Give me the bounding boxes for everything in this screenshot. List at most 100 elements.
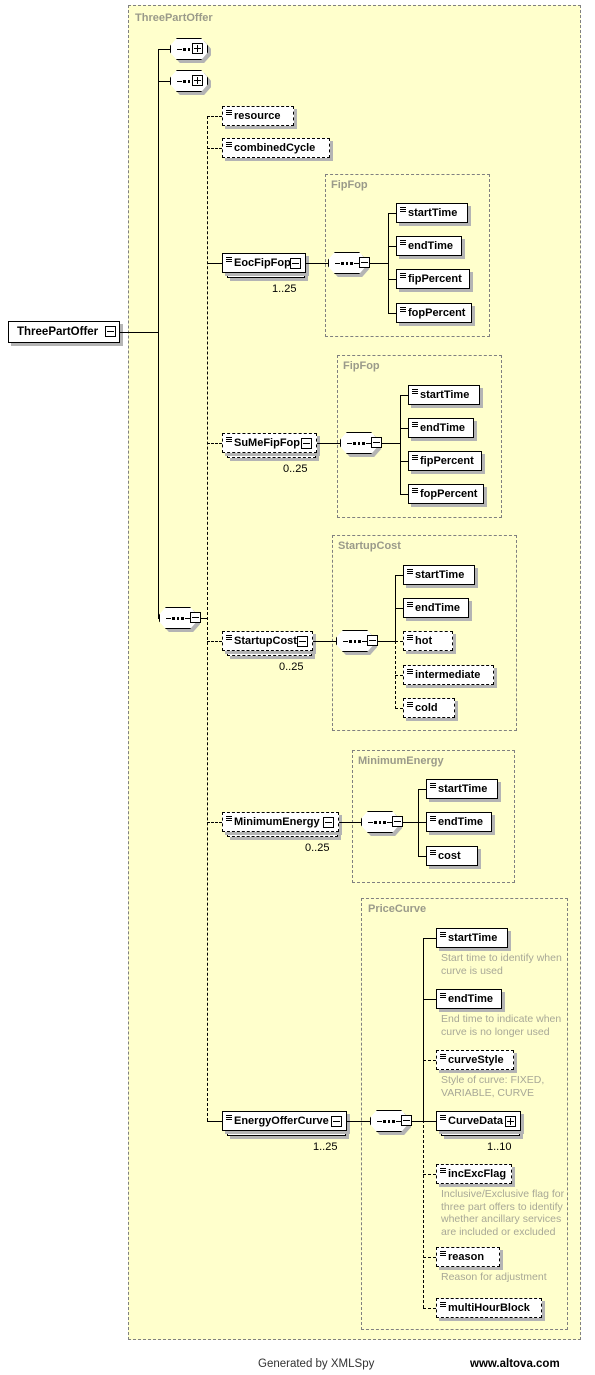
threepartoffer-container-label: ThreePartOffer [135, 12, 213, 24]
resource-branch-line [207, 116, 222, 117]
element-sc-cold[interactable]: cold [403, 698, 455, 718]
sc-intermediate-line [395, 675, 403, 676]
me-starttime-line [418, 789, 426, 790]
sumefipfop-compositor-toggle[interactable] [371, 437, 382, 448]
root-node-collapse-toggle[interactable] [105, 326, 116, 337]
sumefipfop-children-bus [400, 395, 401, 495]
element-eoc-starttime[interactable]: startTime [396, 203, 468, 223]
pc-endtime-line [423, 999, 436, 1000]
minimumenergy-occurrence: 0..25 [305, 842, 330, 854]
minimumenergy-branch-line [207, 822, 222, 823]
root-connector-line [120, 332, 158, 333]
element-me-starttime-label: startTime [438, 783, 488, 795]
startupcost-collapse-toggle[interactable] [297, 636, 308, 647]
pricecurve-children-stub [412, 1121, 423, 1122]
element-eoc-fippercent-label: fipPercent [408, 273, 462, 285]
minimumenergy-compositor-toggle[interactable] [392, 816, 403, 827]
element-pc-multihourblock[interactable]: multiHourBlock [436, 1298, 542, 1318]
element-combinedcycle[interactable]: combinedCycle [222, 138, 330, 158]
pc-multihourblock-line [423, 1308, 436, 1309]
startupcost-occurrence: 0..25 [279, 661, 304, 673]
seq2-stub-line [158, 81, 170, 82]
element-eoc-endtime[interactable]: endTime [396, 236, 462, 256]
main-sequence-dots [166, 616, 190, 620]
sumefipfop-occurrence: 0..25 [283, 463, 308, 475]
element-sc-starttime-label: startTime [415, 569, 465, 581]
main-branch-vertical [207, 116, 208, 1121]
element-sc-endtime[interactable]: endTime [403, 598, 469, 618]
element-pc-curvestyle[interactable]: curveStyle [436, 1050, 514, 1070]
element-pc-reason[interactable]: reason [436, 1247, 500, 1267]
element-me-starttime[interactable]: startTime [426, 779, 498, 799]
sequence-group-2-expand-toggle[interactable] [192, 75, 203, 86]
sequence-group-1-expand-toggle[interactable] [192, 43, 203, 54]
element-sc-hot[interactable]: hot [403, 631, 453, 651]
eocfipfop-children-bus [388, 213, 389, 313]
element-eoc-endtime-label: endTime [408, 240, 454, 252]
root-node-threepartoffer[interactable]: ThreePartOffer [8, 321, 120, 343]
element-me-endtime-label: endTime [438, 816, 484, 828]
annotation-pc-endtime: End time to indicate when curve is no lo… [441, 1013, 562, 1038]
group-label-startupcost: StartupCost [338, 540, 401, 552]
element-pc-starttime-label: startTime [448, 932, 498, 944]
element-sume-foppercent-label: fopPercent [420, 488, 478, 500]
element-me-endtime[interactable]: endTime [426, 812, 492, 832]
schema-diagram-page: ThreePartOffer ThreePartOffer resource c… [0, 0, 595, 1375]
combinedcycle-branch-line [207, 148, 222, 149]
sc-cold-line [395, 708, 403, 709]
eocfipfop-compositor-toggle[interactable] [359, 257, 370, 268]
element-sume-foppercent[interactable]: fopPercent [408, 484, 484, 504]
minimumenergy-children-stub [403, 822, 418, 823]
element-combinedcycle-label: combinedCycle [234, 142, 316, 154]
element-pc-curvedata-label: CurveData [448, 1115, 504, 1127]
energyoffercurve-collapse-toggle[interactable] [331, 1116, 342, 1127]
element-pc-curvestyle-label: curveStyle [448, 1054, 504, 1066]
startupcost-compositor-toggle[interactable] [367, 635, 378, 646]
pc-curvedata-expand-toggle[interactable] [505, 1116, 516, 1127]
group-label-pricecurve: PriceCurve [368, 903, 427, 915]
sume-foppercent-line [400, 494, 408, 495]
sumefipfop-to-compositor-line [317, 443, 340, 444]
element-sc-cold-label: cold [415, 702, 438, 714]
element-eoc-foppercent[interactable]: fopPercent [396, 303, 472, 323]
element-energyoffercurve[interactable]: EnergyOfferCurve [222, 1111, 347, 1131]
element-sume-endtime[interactable]: endTime [408, 418, 474, 438]
element-sc-starttime[interactable]: startTime [403, 565, 475, 585]
energyoffercurve-compositor-toggle[interactable] [401, 1115, 412, 1126]
sc-starttime-line [395, 575, 403, 576]
seq1-stub-line [158, 49, 170, 50]
startupcost-branch-line [207, 641, 222, 642]
me-endtime-line [418, 822, 426, 823]
energyoffercurve-branch-line [207, 1121, 222, 1122]
element-minimumenergy[interactable]: MinimumEnergy [222, 812, 339, 832]
startupcost-compositor-dots [343, 639, 367, 643]
element-sume-fippercent[interactable]: fipPercent [408, 451, 482, 471]
element-startupcost-label: StartupCost [234, 635, 297, 647]
element-me-cost[interactable]: cost [426, 846, 478, 866]
element-pc-endtime-label: endTime [448, 993, 494, 1005]
element-sc-intermediate[interactable]: intermediate [403, 665, 494, 685]
element-sume-endtime-label: endTime [420, 422, 466, 434]
minimumenergy-compositor-dots [368, 820, 392, 824]
element-energyoffercurve-label: EnergyOfferCurve [234, 1115, 329, 1127]
element-eoc-foppercent-label: fopPercent [408, 307, 466, 319]
main-trunk-line [158, 49, 159, 619]
sumefipfop-collapse-toggle[interactable] [301, 438, 312, 449]
eocfipfop-occurrence: 1..25 [272, 283, 297, 295]
element-eoc-fippercent[interactable]: fipPercent [396, 269, 470, 289]
element-resource[interactable]: resource [222, 106, 294, 126]
minimumenergy-collapse-toggle[interactable] [323, 817, 334, 828]
eocfipfop-collapse-toggle[interactable] [290, 258, 301, 269]
main-sequence-collapse-toggle[interactable] [190, 612, 201, 623]
annotation-pc-curvestyle: Style of curve: FIXED, VARIABLE, CURVE [441, 1074, 545, 1099]
eoc-fippercent-line [388, 279, 396, 280]
element-sc-hot-label: hot [415, 635, 433, 647]
sumefipfop-branch-line [207, 443, 222, 444]
pc-reason-line [423, 1257, 436, 1258]
element-pc-starttime[interactable]: startTime [436, 928, 508, 948]
element-pc-endtime[interactable]: endTime [436, 989, 502, 1009]
element-pc-incexcflag[interactable]: incExcFlag [436, 1164, 512, 1184]
group-label-fipfop-sume: FipFop [343, 360, 380, 372]
eocfipfop-branch-line [207, 263, 222, 264]
element-sume-starttime[interactable]: startTime [408, 385, 480, 405]
